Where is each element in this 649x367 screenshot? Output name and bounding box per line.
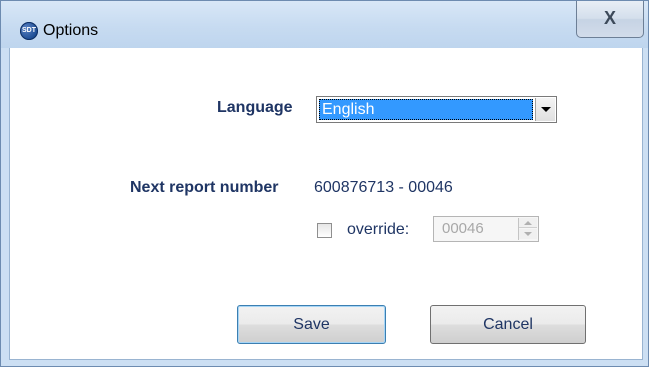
next-report-number-value: 600876713 - 00046 <box>314 179 453 196</box>
spinner-buttons <box>518 218 537 240</box>
close-button[interactable]: X <box>576 1 644 38</box>
override-number-value[interactable]: 00046 <box>442 220 484 238</box>
window-title: Options <box>43 22 99 39</box>
language-selected-value: English <box>319 99 533 120</box>
close-icon: X <box>603 8 616 28</box>
title-bar[interactable]: SDT Options X <box>1 1 648 48</box>
options-window: SDT Options X Language English Next repo… <box>0 0 649 367</box>
language-label: Language <box>217 99 293 116</box>
override-label[interactable]: override: <box>347 221 409 239</box>
override-checkbox[interactable] <box>317 223 332 238</box>
save-button[interactable]: Save <box>237 305 386 344</box>
spin-up-icon[interactable] <box>519 218 537 228</box>
dialog-body: Language English Next report number 6008… <box>9 48 643 360</box>
override-number-spinner[interactable]: 00046 <box>433 216 539 242</box>
next-report-number-label: Next report number <box>130 179 279 196</box>
spin-down-icon[interactable] <box>519 229 537 239</box>
cancel-button[interactable]: Cancel <box>430 305 586 344</box>
sdt-logo-icon: SDT <box>20 22 38 40</box>
language-dropdown[interactable]: English <box>316 96 557 123</box>
chevron-down-icon[interactable] <box>535 98 555 121</box>
